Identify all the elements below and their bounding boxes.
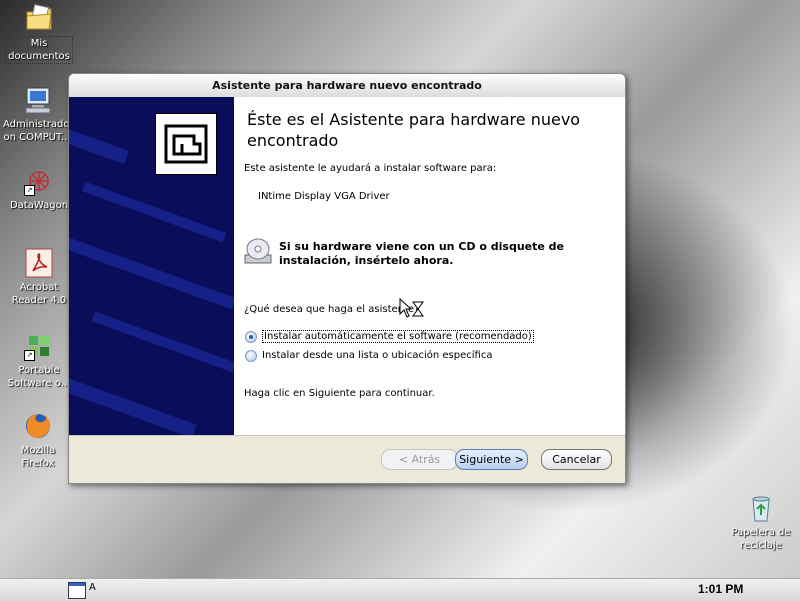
hardware-wizard-icon [155,113,217,175]
desktop-icon-papelera[interactable]: Papelera de reciclaje [727,493,795,552]
desktop-icon-portable-software[interactable]: ↗ Portable Software o... [5,331,73,390]
firefox-icon [23,411,53,441]
wizard-heading: Éste es el Asistente para hardware nuevo… [247,110,581,150]
portable-software-icon: ↗ [24,331,54,361]
desktop-icon-label: Administrador on COMPUT... [3,119,74,143]
task-label[interactable]: A [89,582,96,593]
desktop-icon-label: Portable Software o... [7,365,71,389]
desktop-icon-firefox[interactable]: Mozilla Firefox [4,411,72,470]
desktop-icon-label: Acrobat Reader 4.0 [11,282,67,306]
option-auto-install-label[interactable]: Instalar automáticamente el software (re… [262,330,534,343]
desktop-icon-administrador[interactable]: Administrador on COMPUT... [3,85,74,144]
window-task-icon[interactable] [68,582,86,599]
cd-drive-icon [243,236,273,266]
continue-text: Haga clic en Siguiente para continuar. [244,388,435,399]
device-name: INtime Display VGA Driver [258,191,390,202]
desktop-icon-acrobat[interactable]: Acrobat Reader 4.0 [5,248,73,307]
wizard-side-panel [69,97,234,435]
wizard-button-bar: < Atrás Siguiente > Cancelar [69,435,625,483]
wizard-content: Éste es el Asistente para hardware nuevo… [234,97,625,435]
shortcut-arrow-icon: ↗ [24,350,35,361]
question-text: ¿Qué desea que haga el asistente? [244,304,420,315]
back-button[interactable]: < Atrás [381,449,458,470]
shortcut-arrow-icon: ↗ [24,185,35,196]
next-button[interactable]: Siguiente > [455,449,528,470]
desktop-icon-label: Mis documentos [5,36,73,64]
intro-text: Este asistente le ayudará a instalar sof… [244,163,497,174]
radio-list-install[interactable] [245,350,257,362]
desktop-icon-mis-documentos[interactable]: Mis documentos [5,3,73,64]
datawagon-icon: ↗ [24,166,54,196]
desktop-icon-label: Mozilla Firefox [20,445,56,469]
dialog-title-bar[interactable]: Asistente para hardware nuevo encontrado [69,74,625,98]
acrobat-icon [24,248,54,278]
desktop-icon-datawagon[interactable]: ↗ DataWagon [5,166,73,212]
busy-cursor-icon [399,297,425,320]
cd-prompt: Si su hardware viene con un CD o disquet… [279,240,564,267]
system-clock: 1:01 PM [698,582,744,596]
folder-documents-icon [24,3,54,33]
recycle-bin-icon [746,493,776,523]
desktop-icon-label: Papelera de reciclaje [731,527,791,551]
radio-auto-install[interactable] [245,331,257,343]
taskbar: A 1:01 PM [0,578,800,601]
desktop-icon-label: DataWagon [9,200,69,211]
computer-icon [22,85,52,115]
cancel-button[interactable]: Cancelar [541,449,612,470]
option-list-install-label[interactable]: Instalar desde una lista o ubicación esp… [262,350,492,361]
dialog-title: Asistente para hardware nuevo encontrado [212,79,482,92]
found-new-hardware-wizard: Asistente para hardware nuevo encontrado… [68,73,626,484]
